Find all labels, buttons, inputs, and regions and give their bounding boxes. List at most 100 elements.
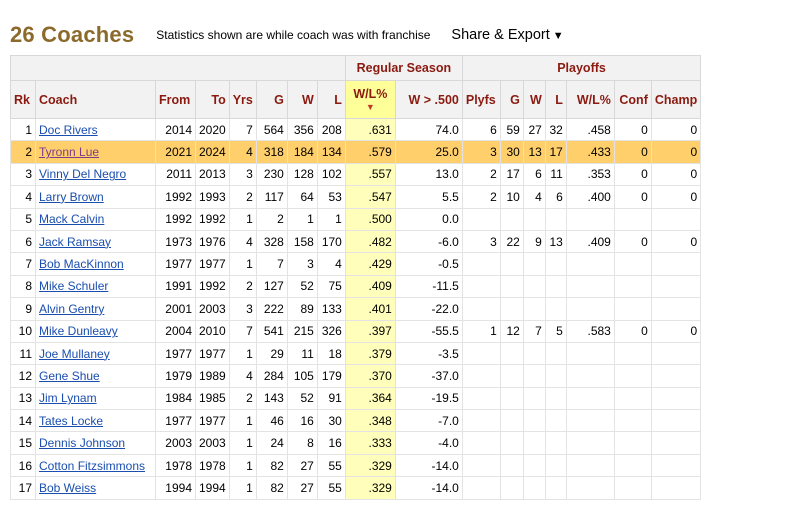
- cell-rs-w: 8: [286, 431, 318, 455]
- col-po-g-header[interactable]: G: [499, 80, 524, 119]
- col-rk-header[interactable]: Rk: [10, 80, 36, 119]
- coach-link[interactable]: Gene Shue: [39, 369, 100, 383]
- col-from-header[interactable]: From: [155, 80, 196, 119]
- table-row: 10 Mike Dunleavy 2004 2010 7 541 215 326.397 -55…: [10, 319, 702, 343]
- cell-coach: Alvin Gentry: [35, 297, 156, 321]
- col-to-header[interactable]: To: [195, 80, 230, 119]
- coach-link[interactable]: Cotton Fitzsimmons: [39, 459, 145, 473]
- coach-link[interactable]: Dennis Johnson: [39, 436, 125, 450]
- cell-po-l: 5: [544, 319, 567, 343]
- coach-link[interactable]: Bob Weiss: [39, 481, 96, 495]
- cell-po-w: [522, 409, 546, 433]
- coach-link[interactable]: Tyronn Lue: [39, 145, 99, 159]
- cell-w-over-500: 0.0: [394, 207, 463, 231]
- cell-w-over-500: 74.0: [394, 117, 463, 142]
- table-row: 12 Gene Shue 1979 1989 4 284 105 179.370 -37.0: [10, 364, 702, 388]
- coach-link[interactable]: Vinny Del Negro: [39, 167, 126, 181]
- coach-link[interactable]: Mike Dunleavy: [39, 324, 118, 338]
- cell-from: 1977: [155, 252, 196, 276]
- col-po-w-header[interactable]: W: [522, 80, 546, 119]
- cell-po-l: 13: [544, 229, 567, 254]
- cell-plyfs: [461, 274, 501, 299]
- share-export-button[interactable]: Share & Export ▼: [451, 27, 563, 43]
- cell-rs-g: 24: [255, 431, 288, 455]
- cell-po-w: [522, 453, 546, 478]
- cell-w-over-500: 5.5: [394, 185, 463, 209]
- cell-conf: [613, 364, 652, 388]
- cell-plyfs: [461, 453, 501, 478]
- col-po-l-header[interactable]: L: [544, 80, 567, 119]
- table-row: 3 Vinny Del Negro 2011 2013 3 230 128 102.557 13…: [10, 162, 702, 187]
- column-header-label: L: [555, 92, 563, 107]
- cell-coach: Bob MacKinnon: [35, 252, 156, 276]
- col-rs-l-header[interactable]: L: [316, 80, 346, 119]
- cell-yrs: 4: [228, 229, 257, 254]
- cell-plyfs: [461, 476, 501, 500]
- cell-po-w: [522, 386, 546, 411]
- table-row: 2 Tyronn Lue 2021 2024 4 318 184 134.579 25.0 3 30…: [10, 140, 702, 164]
- cell-to: 2013: [195, 162, 230, 187]
- coach-link[interactable]: Mike Schuler: [39, 279, 108, 293]
- cell-champ: [650, 252, 702, 276]
- column-header-label: W: [530, 92, 542, 107]
- cell-po-g: 30: [499, 140, 524, 164]
- cell-rs-wl-pct: .329: [344, 476, 396, 500]
- coach-link[interactable]: Doc Rivers: [39, 123, 98, 137]
- cell-champ: [650, 476, 702, 500]
- col-plyfs-header[interactable]: Plyfs: [461, 80, 501, 119]
- cell-rk: 4: [10, 185, 36, 209]
- coach-link[interactable]: Jack Ramsay: [39, 235, 111, 249]
- cell-conf: [613, 207, 652, 231]
- col-coach-header[interactable]: Coach: [35, 80, 156, 119]
- col-yrs-header[interactable]: Yrs: [228, 80, 257, 119]
- col-conf-header[interactable]: Conf: [613, 80, 652, 119]
- cell-to: 1994: [195, 476, 230, 500]
- cell-coach: Larry Brown: [35, 185, 156, 209]
- cell-conf: [613, 409, 652, 433]
- cell-coach: Gene Shue: [35, 364, 156, 388]
- col-rs-wl-pct-header[interactable]: W/L% ▼: [344, 80, 396, 119]
- cell-po-l: [544, 274, 567, 299]
- share-export-label: Share & Export: [451, 27, 550, 43]
- cell-rs-g: 318: [255, 140, 288, 164]
- column-header-label: Champ: [654, 92, 698, 107]
- cell-w-over-500: -3.5: [394, 341, 463, 366]
- coach-link[interactable]: Mack Calvin: [39, 212, 104, 226]
- cell-conf: 0: [613, 319, 652, 343]
- cell-po-wl-pct: .433: [565, 140, 615, 164]
- coach-link[interactable]: Bob MacKinnon: [39, 257, 124, 271]
- cell-rs-wl-pct: .482: [344, 229, 396, 254]
- table-row: 14 Tates Locke 1977 1977 1 46 16 30.348 -7.0: [10, 409, 702, 433]
- cell-rk: 15: [10, 431, 36, 455]
- coach-link[interactable]: Joe Mullaney: [39, 347, 110, 361]
- table-row: 7 Bob MacKinnon 1977 1977 1 7 3 4.429 -0.5: [10, 252, 702, 276]
- cell-coach: Bob Weiss: [35, 476, 156, 500]
- cell-coach: Mike Schuler: [35, 274, 156, 299]
- cell-po-wl-pct: [565, 297, 615, 321]
- coach-link[interactable]: Larry Brown: [39, 190, 104, 204]
- cell-champ: 0: [650, 162, 702, 187]
- cell-conf: 0: [613, 229, 652, 254]
- cell-conf: [613, 431, 652, 455]
- coach-link[interactable]: Alvin Gentry: [39, 302, 104, 316]
- cell-from: 2003: [155, 431, 196, 455]
- coach-link[interactable]: Jim Lynam: [39, 391, 97, 405]
- col-rs-g-header[interactable]: G: [255, 80, 288, 119]
- cell-rk: 6: [10, 229, 36, 254]
- cell-po-l: [544, 386, 567, 411]
- cell-po-w: [522, 431, 546, 455]
- col-rs-w-header[interactable]: W: [286, 80, 318, 119]
- cell-po-wl-pct: .400: [565, 185, 615, 209]
- cell-rs-l: 30: [316, 409, 346, 433]
- col-w-over-500-header[interactable]: W > .500: [394, 80, 463, 119]
- cell-coach: Mack Calvin: [35, 207, 156, 231]
- coach-link[interactable]: Tates Locke: [39, 414, 103, 428]
- cell-rk: 14: [10, 409, 36, 433]
- cell-yrs: 1: [228, 431, 257, 455]
- cell-po-w: [522, 476, 546, 500]
- col-champ-header[interactable]: Champ: [650, 80, 702, 119]
- cell-rs-l: 208: [316, 117, 346, 142]
- cell-po-w: [522, 207, 546, 231]
- cell-champ: 0: [650, 140, 702, 164]
- col-po-wl-pct-header[interactable]: W/L%: [565, 80, 615, 119]
